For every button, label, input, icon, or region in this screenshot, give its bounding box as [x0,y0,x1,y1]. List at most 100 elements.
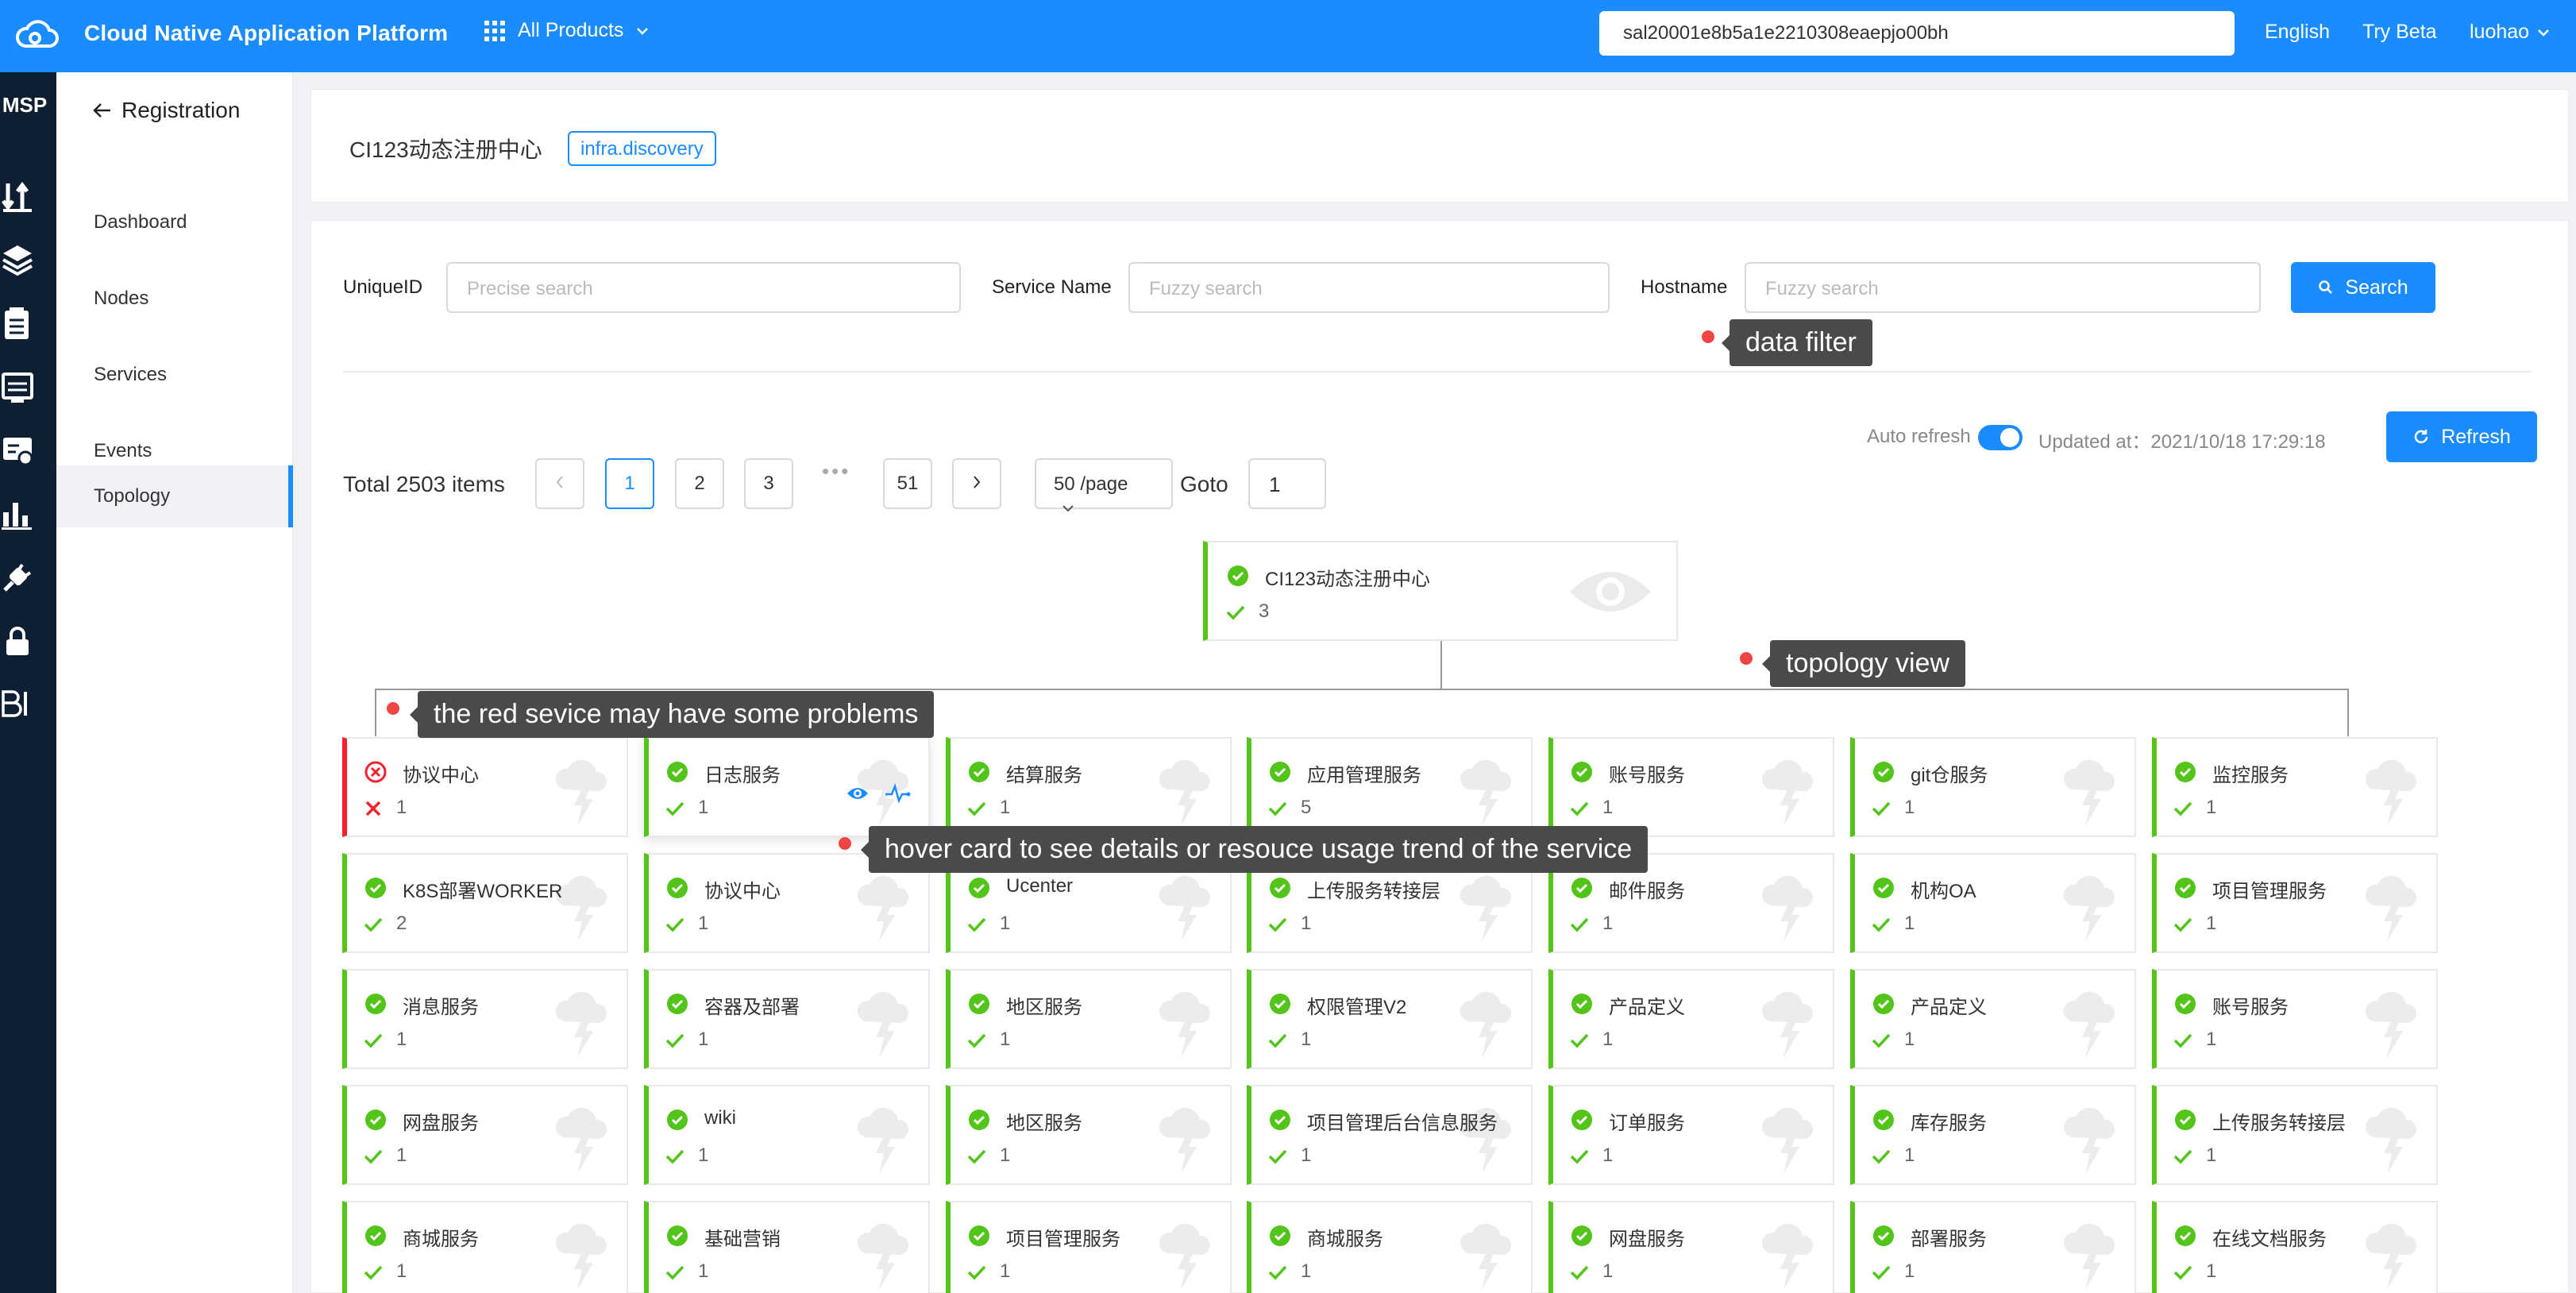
service-card[interactable]: K8S部署WORKER 2 [342,853,628,953]
nav-item-dashboard[interactable]: Dashboard [56,191,293,253]
service-card[interactable]: 机构OA 1 [1850,853,2136,953]
instance-count: 1 [1301,913,1312,934]
instance-count: 1 [2206,1144,2217,1166]
instance-count: 1 [698,1029,709,1050]
hostname-input[interactable]: Fuzzy search [1745,262,2261,313]
service-card[interactable]: 基础营销 1 [644,1201,930,1293]
chevron-right-icon [974,476,981,488]
check-icon [1872,1265,1891,1280]
view-details-icon[interactable] [846,785,870,802]
goto-input[interactable]: 1 [1248,458,1326,509]
instance-count: 1 [396,1144,407,1166]
plug-icon[interactable] [0,560,35,595]
service-card[interactable]: 在线文档服务 1 [2152,1201,2438,1293]
service-card[interactable]: 日志服务 1 [644,737,930,837]
service-card[interactable]: 项目管理后台信息服务 1 [1247,1085,1533,1185]
service-card[interactable]: 项目管理服务 1 [2152,853,2438,953]
nav-item-services[interactable]: Services [56,344,293,406]
transfer-icon[interactable] [0,179,35,214]
service-card[interactable]: 账号服务 1 [1548,737,1834,837]
service-card[interactable]: wiki 1 [644,1085,930,1185]
check-circle-icon [1270,1225,1290,1246]
back-to-registration[interactable]: Registration [93,98,240,123]
service-card[interactable]: 商城服务 1 [1247,1201,1533,1293]
check-circle-icon [2175,878,2196,898]
check-icon [967,801,986,816]
service-card[interactable]: 订单服务 1 [1548,1085,1834,1185]
cloud-lightning-icon [1159,759,1211,826]
check-circle-icon [365,994,386,1014]
nav-item-topology[interactable]: Topology [56,465,293,527]
page-2-button[interactable]: 2 [675,458,724,509]
service-card[interactable]: 项目管理服务 1 [946,1201,1232,1293]
service-name: 协议中心 [403,765,479,786]
document-icon[interactable] [0,306,35,341]
refresh-button[interactable]: Refresh [2386,411,2537,462]
bar-chart-icon[interactable] [0,496,35,531]
refresh-icon [2414,430,2428,444]
service-card[interactable]: 网盘服务 1 [1548,1201,1834,1293]
service-card[interactable]: 地区服务 1 [946,1085,1232,1185]
service-card[interactable]: 应用管理服务 5 [1247,737,1533,837]
topology-root-card[interactable]: CI123动态注册中心 3 [1203,541,1678,641]
next-page-button[interactable] [952,458,1001,509]
refresh-button-label: Refresh [2441,425,2511,448]
cloud-lightning-icon [555,1107,607,1174]
check-icon [1226,605,1245,620]
service-card[interactable]: 产品定义 1 [1548,969,1834,1069]
service-card[interactable]: 上传服务转接层 1 [2152,1085,2438,1185]
nav-item-nodes[interactable]: Nodes [56,268,293,330]
page-ellipsis[interactable]: ••• [822,459,850,484]
service-name: 网盘服务 [403,1113,479,1134]
page-51-button[interactable]: 51 [883,458,932,509]
service-card[interactable]: 权限管理V2 1 [1247,969,1533,1069]
check-circle-icon [1571,994,1592,1014]
screen-icon[interactable] [0,433,35,468]
unique-id-input[interactable]: Precise search [446,262,961,313]
global-search-input[interactable]: sal20001e8b5a1e2210308eaepjo00bh [1599,11,2235,56]
instance-count: 1 [1602,1029,1614,1050]
service-card[interactable]: 容器及部署 1 [644,969,930,1069]
service-card[interactable]: 地区服务 1 [946,969,1232,1069]
service-name-input[interactable]: Fuzzy search [1128,262,1610,313]
service-card[interactable]: 库存服务 1 [1850,1085,2136,1185]
service-card[interactable]: 产品定义 1 [1850,969,2136,1069]
instance-count: 1 [2206,797,2217,818]
page-size-select[interactable]: 50 /page [1035,458,1173,512]
service-card[interactable]: 消息服务 1 [342,969,628,1069]
monitor-icon[interactable] [0,369,35,404]
service-card[interactable]: 协议中心 1 [342,737,628,837]
bi-icon[interactable] [0,687,35,722]
check-circle-icon [969,1225,989,1246]
page-1-button[interactable]: 1 [605,458,654,509]
user-menu[interactable]: luohao [2470,21,2550,44]
service-card[interactable]: 商城服务 1 [342,1201,628,1293]
service-card[interactable]: git仓服务 1 [1850,737,2136,837]
layers-icon[interactable] [0,242,35,277]
auto-refresh-toggle[interactable] [1978,425,2023,450]
service-card[interactable]: 结算服务 1 [946,737,1232,837]
try-beta-link[interactable]: Try Beta [2362,21,2437,44]
check-icon [665,917,684,932]
check-circle-icon [2175,994,2196,1014]
resource-trend-icon[interactable] [884,783,911,804]
service-card[interactable]: 监控服务 1 [2152,737,2438,837]
page-3-button[interactable]: 3 [744,458,793,509]
check-circle-icon [1873,1110,1894,1130]
cloud-lightning-icon [2365,1223,2417,1290]
service-card[interactable]: 网盘服务 1 [342,1085,628,1185]
cloud-logo-icon[interactable] [14,16,60,51]
service-card[interactable]: 部署服务 1 [1850,1201,2136,1293]
cloud-lightning-icon [857,1223,909,1290]
prev-page-button[interactable] [535,458,584,509]
search-button[interactable]: Search [2291,262,2435,313]
language-link[interactable]: English [2265,21,2330,44]
check-circle-icon [969,1110,989,1130]
service-card[interactable]: 账号服务 1 [2152,969,2438,1069]
all-products-menu[interactable]: All Products [484,19,649,42]
cloud-lightning-icon [857,991,909,1058]
service-name: 项目管理服务 [1006,1229,1120,1250]
lock-icon[interactable] [0,623,35,658]
cloud-lightning-icon [2063,1107,2115,1174]
cloud-lightning-icon [1159,1223,1211,1290]
